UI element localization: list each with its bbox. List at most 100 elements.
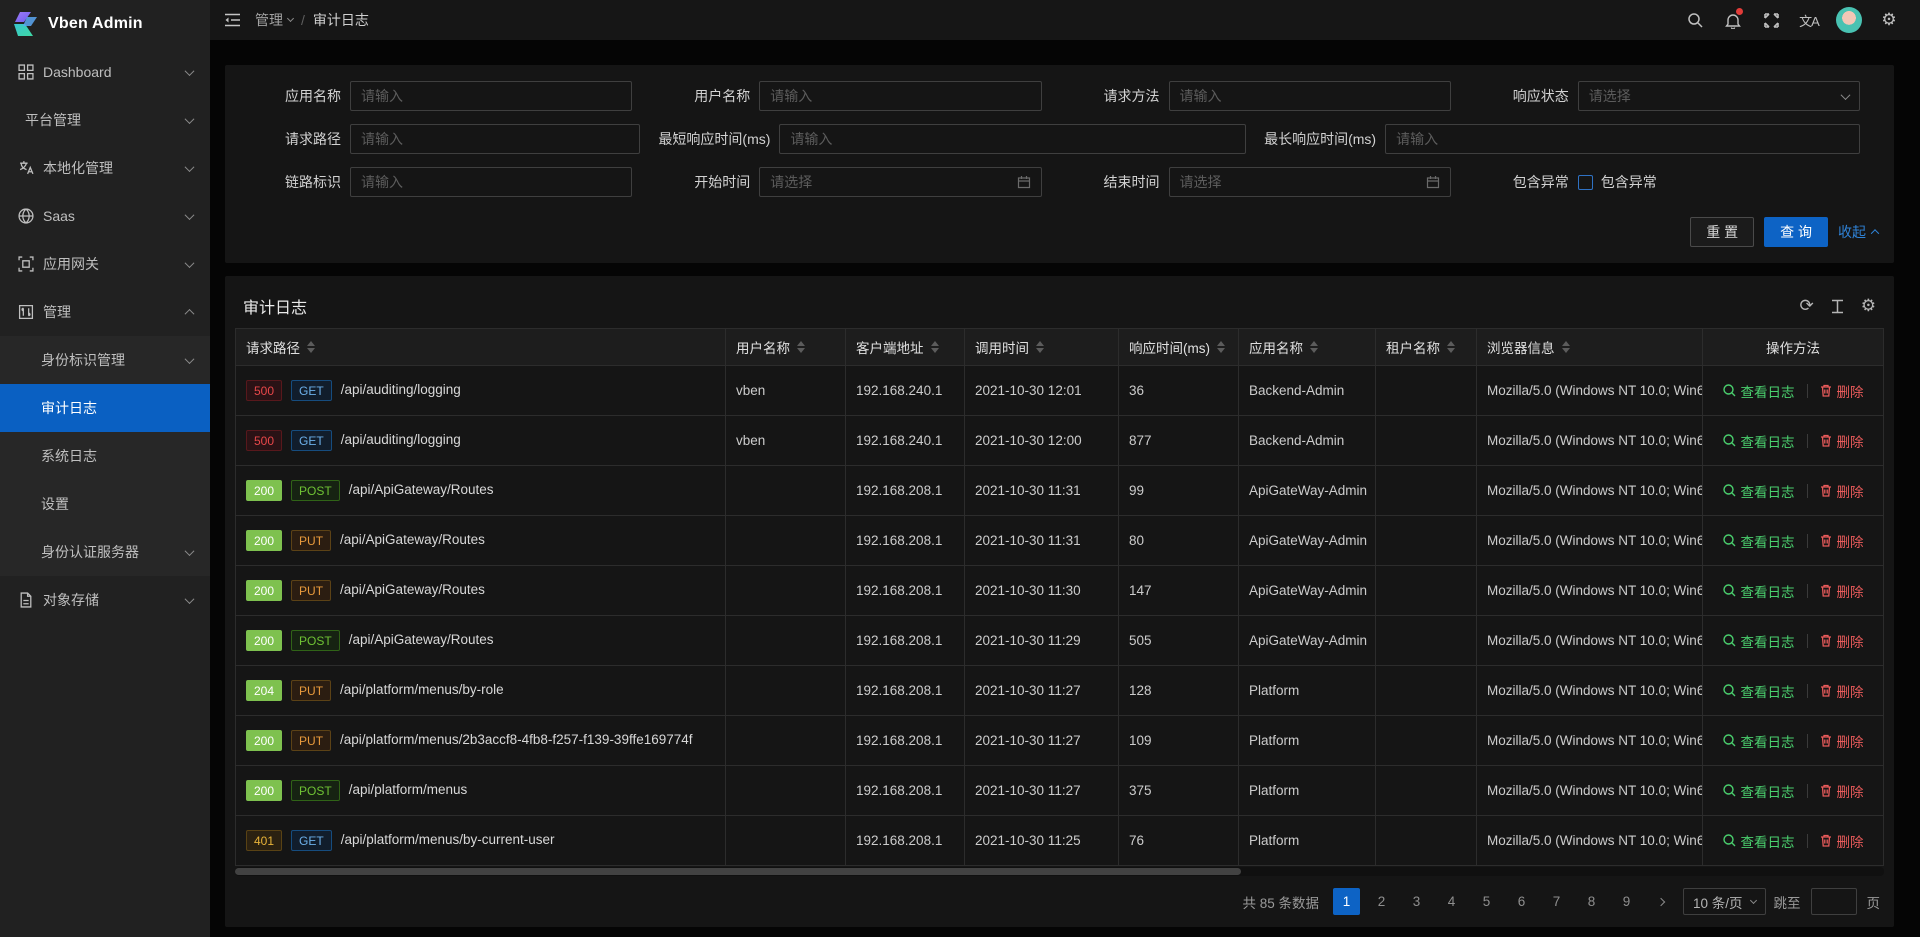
page-button-9[interactable]: 9 [1613, 888, 1640, 915]
sidebar-item-settings[interactable]: 设置 [0, 480, 210, 528]
page-button-3[interactable]: 3 [1403, 888, 1430, 915]
column-header[interactable]: 客户端地址 [856, 337, 954, 357]
table-row[interactable]: 200POST/api/platform/menus192.168.208.12… [236, 766, 1884, 816]
table-row[interactable]: 200POST/api/ApiGateway/Routes192.168.208… [236, 616, 1884, 666]
delete-button[interactable]: 删除 [1820, 631, 1864, 651]
avatar[interactable] [1836, 7, 1862, 33]
sidebar-item-system-log[interactable]: 系统日志 [0, 432, 210, 480]
response-status-select[interactable]: 请选择 [1578, 81, 1860, 111]
table-row[interactable]: 204PUT/api/platform/menus/by-role192.168… [236, 666, 1884, 716]
delete-button[interactable]: 删除 [1820, 381, 1864, 401]
sort-icon[interactable] [1217, 341, 1225, 353]
cell-time: 2021-10-30 11:31 [965, 516, 1119, 566]
column-header[interactable]: 请求路径 [246, 337, 715, 357]
column-setting-icon[interactable]: ⚙ [1861, 296, 1876, 316]
page-button-5[interactable]: 5 [1473, 888, 1500, 915]
table-row[interactable]: 200PUT/api/ApiGateway/Routes192.168.208.… [236, 516, 1884, 566]
delete-button[interactable]: 删除 [1820, 581, 1864, 601]
sidebar-item-object-storage[interactable]: 对象存储 [0, 576, 210, 624]
fullscreen-icon[interactable] [1754, 0, 1788, 40]
scrollbar-thumb[interactable] [235, 868, 1241, 875]
sidebar-item-platform[interactable]: 平台管理 [0, 96, 210, 144]
max-response-time-input[interactable]: 请输入 [1385, 124, 1860, 154]
sort-icon[interactable] [1447, 341, 1455, 353]
search-button[interactable]: 查 询 [1764, 217, 1828, 247]
translate-icon[interactable]: 文A [1792, 0, 1826, 40]
column-header[interactable]: 用户名称 [736, 337, 835, 357]
delete-button[interactable]: 删除 [1820, 531, 1864, 551]
horizontal-scrollbar[interactable] [235, 867, 1884, 876]
sidebar-item-management[interactable]: 管理 [0, 288, 210, 336]
table-row[interactable]: 200POST/api/ApiGateway/Routes192.168.208… [236, 466, 1884, 516]
sidebar-item-auth-server[interactable]: 身份认证服务器 [0, 528, 210, 576]
view-log-button[interactable]: 查看日志 [1723, 531, 1795, 551]
sidebar-item-identity-management[interactable]: 身份标识管理 [0, 336, 210, 384]
delete-button[interactable]: 删除 [1820, 731, 1864, 751]
table-row[interactable]: 200PUT/api/ApiGateway/Routes192.168.208.… [236, 566, 1884, 616]
view-log-button[interactable]: 查看日志 [1723, 581, 1795, 601]
collapse-toggle[interactable]: 收起 [1838, 222, 1878, 242]
user-name-input[interactable]: 请输入 [759, 81, 1041, 111]
request-path-input[interactable]: 请输入 [350, 124, 640, 154]
column-header[interactable]: 应用名称 [1249, 337, 1365, 357]
sidebar-item-dashboard[interactable]: Dashboard [0, 48, 210, 96]
bell-icon[interactable] [1716, 0, 1750, 40]
page-button-1[interactable]: 1 [1333, 888, 1360, 915]
next-page-button[interactable] [1648, 888, 1675, 915]
view-log-button[interactable]: 查看日志 [1723, 631, 1795, 651]
view-log-button[interactable]: 查看日志 [1723, 431, 1795, 451]
table-row[interactable]: 200PUT/api/platform/menus/2b3accf8-4fb8-… [236, 716, 1884, 766]
delete-button[interactable]: 删除 [1820, 781, 1864, 801]
view-log-button[interactable]: 查看日志 [1723, 681, 1795, 701]
menu-fold-icon[interactable] [224, 13, 241, 27]
view-log-button[interactable]: 查看日志 [1723, 781, 1795, 801]
jump-page-input[interactable] [1811, 888, 1857, 915]
page-button-6[interactable]: 6 [1508, 888, 1535, 915]
gear-icon[interactable]: ⚙ [1872, 0, 1906, 40]
reset-button[interactable]: 重 置 [1690, 217, 1754, 247]
view-log-button[interactable]: 查看日志 [1723, 481, 1795, 501]
end-time-date-picker[interactable]: 请选择 [1169, 167, 1451, 197]
column-header[interactable]: 调用时间 [975, 337, 1108, 357]
sort-icon[interactable] [1310, 341, 1318, 353]
delete-button[interactable]: 删除 [1820, 481, 1864, 501]
breadcrumb-root[interactable]: 管理 [255, 10, 293, 30]
start-time-date-picker[interactable]: 请选择 [759, 167, 1041, 197]
sidebar-item-localization[interactable]: 本地化管理 [0, 144, 210, 192]
trace-id-input[interactable]: 请输入 [350, 167, 632, 197]
sidebar-item-audit-log[interactable]: 审计日志 [0, 384, 210, 432]
logo[interactable]: Vben Admin [0, 0, 210, 48]
sort-icon[interactable] [931, 341, 939, 353]
table-row[interactable]: 401GET/api/platform/menus/by-current-use… [236, 816, 1884, 866]
min-response-time-input[interactable]: 请输入 [779, 124, 1246, 154]
view-log-button[interactable]: 查看日志 [1723, 381, 1795, 401]
page-button-4[interactable]: 4 [1438, 888, 1465, 915]
sidebar-item-saas[interactable]: Saas [0, 192, 210, 240]
sort-icon[interactable] [1036, 341, 1044, 353]
column-header[interactable]: 响应时间(ms) [1129, 337, 1228, 357]
page-button-7[interactable]: 7 [1543, 888, 1570, 915]
view-log-button[interactable]: 查看日志 [1723, 731, 1795, 751]
column-header[interactable]: 浏览器信息 [1487, 337, 1692, 357]
delete-button[interactable]: 删除 [1820, 681, 1864, 701]
page-button-2[interactable]: 2 [1368, 888, 1395, 915]
table-row[interactable]: 500GET/api/auditing/loggingvben192.168.2… [236, 416, 1884, 466]
delete-button[interactable]: 删除 [1820, 431, 1864, 451]
app-name-input[interactable]: 请输入 [350, 81, 632, 111]
has-exception-checkbox[interactable] [1578, 175, 1593, 190]
row-height-icon[interactable] [1830, 299, 1845, 314]
view-log-button[interactable]: 查看日志 [1723, 831, 1795, 851]
page-button-8[interactable]: 8 [1578, 888, 1605, 915]
sort-icon[interactable] [1562, 341, 1570, 353]
page-size-select[interactable]: 10 条/页 [1683, 888, 1766, 915]
search-icon[interactable] [1678, 0, 1712, 40]
table-row[interactable]: 500GET/api/auditing/loggingvben192.168.2… [236, 366, 1884, 416]
sidebar-item-label: 本地化管理 [43, 158, 186, 178]
request-method-input[interactable]: 请输入 [1169, 81, 1451, 111]
sort-icon[interactable] [307, 341, 315, 353]
sort-icon[interactable] [797, 341, 805, 353]
refresh-icon[interactable]: ⟳ [1800, 296, 1814, 316]
column-header[interactable]: 租户名称 [1386, 337, 1466, 357]
delete-button[interactable]: 删除 [1820, 831, 1864, 851]
sidebar-item-gateway[interactable]: 应用网关 [0, 240, 210, 288]
